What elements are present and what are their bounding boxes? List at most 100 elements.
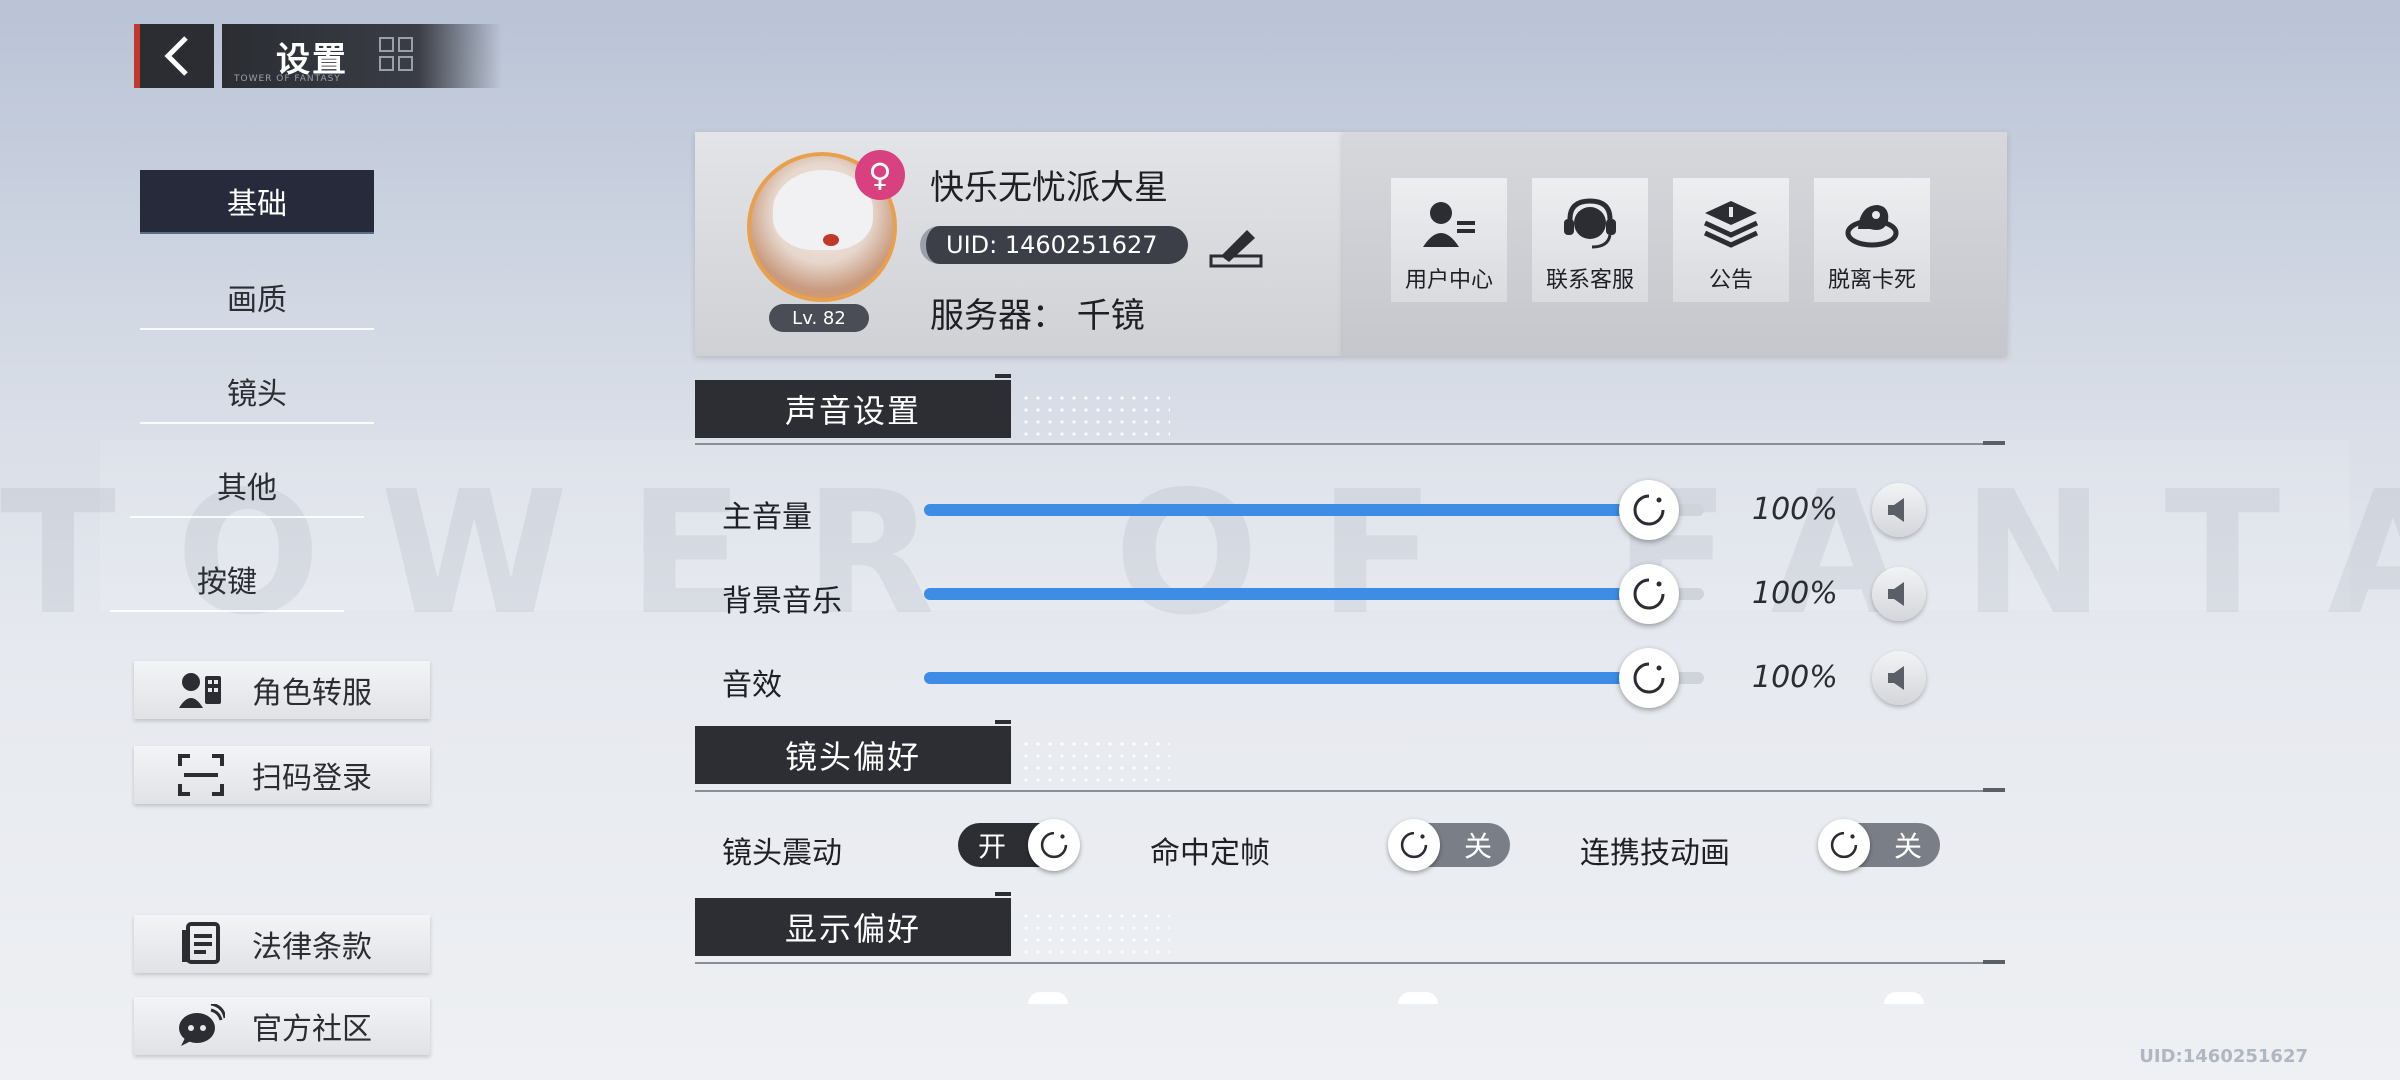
sfx-mute-button[interactable] bbox=[1872, 651, 1926, 705]
music-volume-handle[interactable] bbox=[1619, 564, 1679, 624]
announcement-button[interactable]: 公告 bbox=[1673, 178, 1789, 302]
hit-stop-label: 命中定帧 bbox=[1150, 836, 1270, 871]
grid-icon[interactable] bbox=[378, 36, 414, 72]
nav-item-label: 基础 bbox=[227, 187, 287, 222]
speaker-icon bbox=[1888, 666, 1904, 690]
nav-item-label: 镜头 bbox=[227, 377, 287, 412]
contact-support-label: 联系客服 bbox=[1545, 268, 1634, 293]
nav-item-graphics[interactable]: 画质 bbox=[140, 266, 374, 330]
character-transfer-label: 角色转服 bbox=[252, 676, 372, 711]
master-volume-label: 主音量 bbox=[722, 500, 812, 535]
account-actions-panel: 用户中心 联系客服 公告 脱离卡死 bbox=[1343, 132, 2007, 356]
section-divider bbox=[695, 788, 2005, 792]
server-info: 服务器： 千镜 bbox=[930, 296, 1145, 336]
sfx-volume-handle[interactable] bbox=[1619, 648, 1679, 708]
section-dots bbox=[1020, 910, 1170, 960]
uid-pill[interactable]: UID: 1460251627 bbox=[920, 226, 1188, 264]
contact-support-button[interactable]: 联系客服 bbox=[1532, 178, 1648, 302]
unstuck-label: 脱离卡死 bbox=[1827, 268, 1916, 293]
unstuck-icon bbox=[1842, 194, 1902, 254]
character-transfer-button[interactable]: 角色转服 bbox=[134, 661, 430, 719]
chat-bubble-icon bbox=[174, 1003, 228, 1049]
toggle-state: 关 bbox=[1893, 830, 1922, 863]
headset-icon bbox=[1560, 194, 1620, 254]
refresh-ring-icon bbox=[1633, 578, 1665, 610]
nav-item-camera[interactable]: 镜头 bbox=[140, 360, 374, 424]
section-divider bbox=[695, 960, 2005, 964]
section-divider bbox=[695, 441, 2005, 445]
background-band bbox=[100, 440, 2350, 610]
section-dots bbox=[1020, 392, 1170, 442]
section-header-camera: 镜头偏好 bbox=[695, 720, 1011, 784]
master-mute-button[interactable] bbox=[1872, 483, 1926, 537]
section-title: 显示偏好 bbox=[784, 910, 921, 948]
qr-login-button[interactable]: 扫码登录 bbox=[134, 746, 430, 804]
nav-item-keys[interactable]: 按键 bbox=[110, 548, 344, 612]
announcement-icon bbox=[1701, 194, 1761, 254]
partial-toggle-knob bbox=[1398, 992, 1438, 1004]
legal-terms-label: 法律条款 bbox=[252, 930, 372, 965]
nav-item-other[interactable]: 其他 bbox=[130, 454, 364, 518]
page-subtitle: TOWER OF FANTASY bbox=[234, 74, 341, 84]
master-volume-fill bbox=[924, 504, 1649, 516]
sfx-volume-value: 100% bbox=[1752, 660, 1838, 695]
music-volume-fill bbox=[924, 588, 1649, 600]
legal-terms-button[interactable]: 法律条款 bbox=[134, 915, 430, 973]
official-community-label: 官方社区 bbox=[252, 1012, 372, 1047]
speaker-icon bbox=[1888, 498, 1904, 522]
toggle-knob bbox=[1818, 819, 1870, 871]
music-mute-button[interactable] bbox=[1872, 567, 1926, 621]
official-community-button[interactable]: 官方社区 bbox=[134, 997, 430, 1055]
refresh-ring-icon bbox=[1830, 831, 1858, 859]
nav-item-label: 其他 bbox=[217, 471, 277, 506]
music-volume-slider[interactable] bbox=[924, 588, 1704, 600]
back-button[interactable] bbox=[134, 24, 214, 88]
master-volume-slider[interactable] bbox=[924, 504, 1704, 516]
refresh-ring-icon bbox=[1633, 662, 1665, 694]
character-transfer-icon bbox=[174, 667, 228, 713]
refresh-ring-icon bbox=[1400, 831, 1428, 859]
sfx-volume-label: 音效 bbox=[722, 668, 782, 703]
announcement-label: 公告 bbox=[1708, 268, 1753, 293]
section-dots bbox=[1020, 738, 1170, 788]
user-center-button[interactable]: 用户中心 bbox=[1391, 178, 1507, 302]
player-name: 快乐无忧派大星 bbox=[930, 168, 1168, 208]
nav-item-basic[interactable]: 基础 bbox=[140, 170, 374, 234]
edit-icon[interactable] bbox=[1207, 226, 1265, 270]
section-title: 镜头偏好 bbox=[784, 738, 921, 776]
toggle-knob bbox=[1388, 819, 1440, 871]
toggle-knob bbox=[1028, 819, 1080, 871]
hit-stop-toggle[interactable]: 关 bbox=[1388, 819, 1510, 871]
qr-login-label: 扫码登录 bbox=[252, 761, 372, 796]
music-volume-label: 背景音乐 bbox=[722, 584, 842, 619]
uid-text: UID: 1460251627 bbox=[946, 231, 1158, 259]
gender-female-icon: ♀ bbox=[855, 150, 905, 200]
footer-uid-watermark: UID:1460251627 bbox=[2139, 1046, 2308, 1067]
avatar-eye bbox=[823, 234, 839, 246]
combo-animation-label: 连携技动画 bbox=[1580, 836, 1730, 871]
combo-animation-toggle[interactable]: 关 bbox=[1818, 819, 1940, 871]
section-header-sound: 声音设置 bbox=[695, 374, 1011, 438]
master-volume-value: 100% bbox=[1752, 492, 1838, 527]
master-volume-handle[interactable] bbox=[1619, 480, 1679, 540]
document-icon bbox=[174, 921, 228, 967]
music-volume-value: 100% bbox=[1752, 576, 1838, 611]
page-title-plate: 设置 TOWER OF FANTASY bbox=[222, 24, 502, 88]
chevron-left-icon bbox=[164, 36, 188, 76]
user-center-label: 用户中心 bbox=[1404, 268, 1493, 293]
section-header-display: 显示偏好 bbox=[695, 892, 1011, 956]
camera-shake-toggle[interactable]: 开 bbox=[958, 819, 1080, 871]
sfx-volume-fill bbox=[924, 672, 1649, 684]
partial-toggle-knob bbox=[1028, 992, 1068, 1004]
level-badge: Lv. 82 bbox=[769, 304, 869, 332]
sfx-volume-slider[interactable] bbox=[924, 672, 1704, 684]
qr-scan-icon bbox=[174, 752, 228, 798]
unstuck-button[interactable]: 脱离卡死 bbox=[1814, 178, 1930, 302]
toggle-state: 开 bbox=[978, 830, 1007, 863]
section-title: 声音设置 bbox=[784, 392, 921, 430]
user-center-icon bbox=[1419, 194, 1479, 254]
speaker-icon bbox=[1888, 582, 1904, 606]
partial-toggle-knob bbox=[1884, 992, 1924, 1004]
toggle-state: 关 bbox=[1463, 830, 1492, 863]
profile-card: ♀ Lv. 82 快乐无忧派大星 UID: 1460251627 服务器： 千镜 bbox=[695, 132, 1343, 356]
